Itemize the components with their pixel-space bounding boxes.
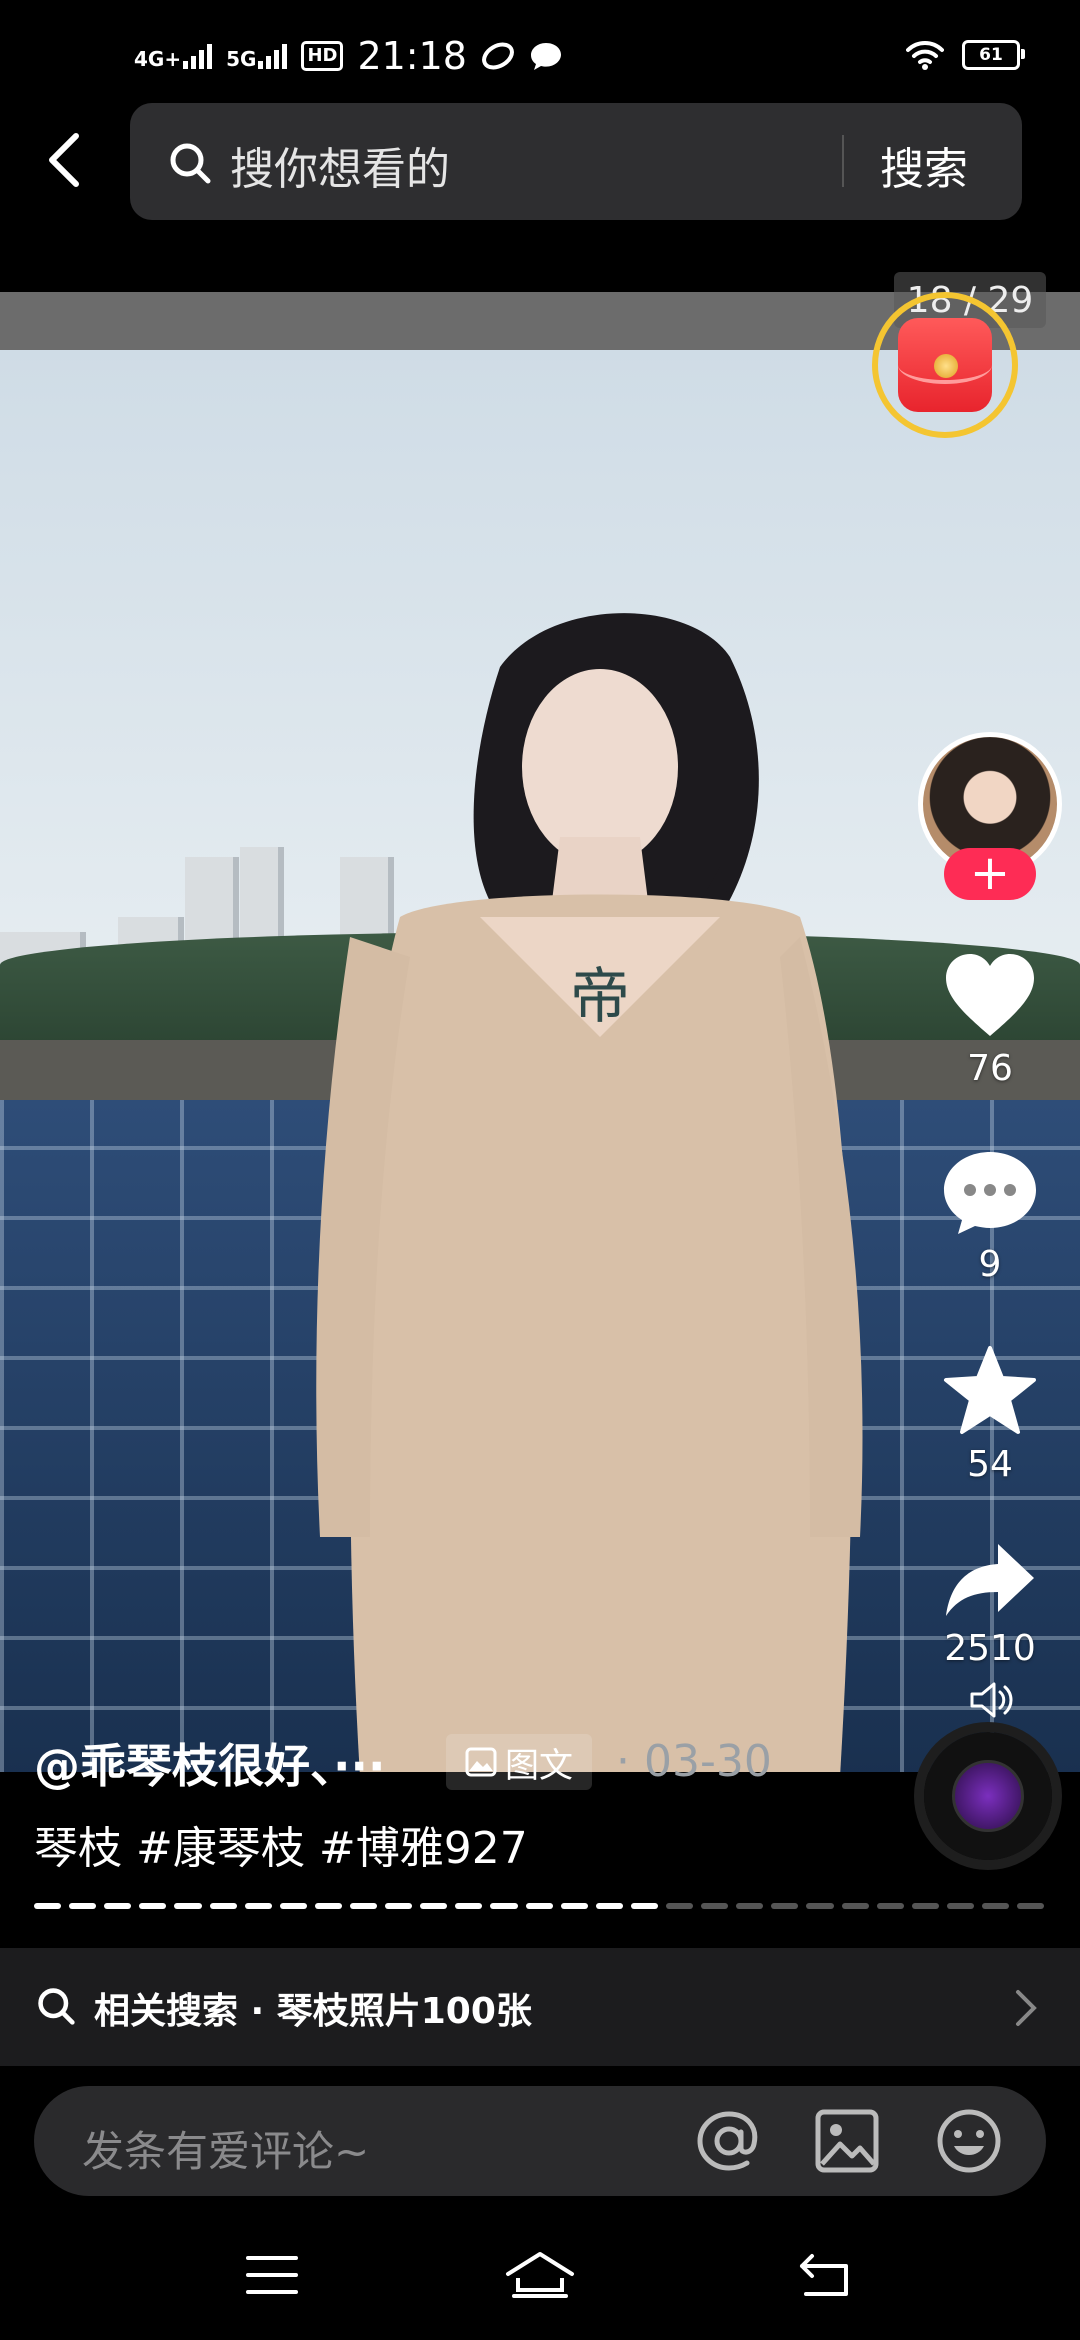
battery-icon: 61 [962,40,1025,70]
red-packet-button[interactable] [872,292,1018,438]
status-bar: 4G+ 5G HD 21:18 61 [0,0,1080,100]
signal-bars-icon [258,43,288,69]
progress-segment [736,1903,764,1909]
progress-segment [841,1903,869,1909]
progress-segment [1017,1903,1045,1909]
search-icon [170,143,211,184]
progress-segment [349,1903,378,1909]
emoji-icon[interactable] [934,2108,1004,2174]
svg-text:帝: 帝 [570,962,630,1032]
favorite-button[interactable]: 54 [930,1344,1050,1485]
at-icon[interactable] [694,2108,764,2174]
status-right: 61 [906,40,1025,70]
signal-bars-icon [183,43,213,69]
red-packet-icon [898,318,992,412]
hd-voice-badge: HD [301,41,344,71]
image-progress-bar [34,1903,1045,1909]
comment-input[interactable]: 发条有爱评论~ [34,2086,1046,2196]
chevron-right-icon [1016,1990,1037,2026]
post-caption[interactable]: 琴枝 #康琴枝 #博雅927 [34,1812,528,1876]
favorite-count: 54 [967,1444,1013,1485]
like-count: 76 [967,1048,1013,1089]
progress-segment [455,1903,483,1909]
menu-icon[interactable] [244,2250,300,2300]
share-count: 2510 [944,1628,1036,1669]
share-button[interactable]: 2510 [930,1540,1050,1669]
image-icon[interactable] [814,2108,880,2174]
progress-segment [665,1903,694,1909]
search-placeholder: 搜你想看的 [230,144,450,195]
progress-segment [420,1903,448,1909]
progress-segment [560,1903,588,1909]
music-disc[interactable] [924,1732,1052,1860]
progress-segment [279,1903,307,1909]
system-nav-bar [0,2230,1080,2340]
status-left: 4G+ 5G HD 21:18 [134,34,563,78]
post-image[interactable]: 帝 [0,292,1080,1772]
music-cover [952,1760,1024,1832]
progress-segment [139,1903,167,1909]
progress-segment [314,1903,342,1909]
volume-icon[interactable] [968,1680,1016,1720]
signal-1: 4G+ [134,43,213,71]
progress-segment [981,1903,1010,1909]
progress-segment [701,1903,729,1909]
progress-segment [174,1903,202,1909]
post-type-label: 图文 [505,1745,573,1786]
follow-button[interactable]: + [944,848,1036,900]
progress-segment [595,1903,623,1909]
signal-2: 5G [226,43,288,71]
back-icon[interactable] [36,130,96,190]
status-time: 21:18 [357,34,467,78]
comment-count: 9 [978,1244,1002,1285]
post-type-tag: 图文 [446,1734,592,1790]
progress-segment [490,1903,518,1909]
progress-segment [244,1903,272,1909]
related-search-label: 相关搜索 · 琴枝照片100张 [94,1991,532,2032]
comment-placeholder: 发条有爱评论~ [82,2127,370,2176]
progress-segment [946,1903,974,1909]
comment-icon [944,1152,1036,1234]
progress-segment [525,1903,553,1909]
app-notification-icon [482,42,514,70]
search-button[interactable]: 搜索 [880,133,968,197]
comment-button[interactable]: 9 [930,1150,1050,1285]
progress-segment [69,1903,97,1909]
network-type-2: 5G [226,47,257,71]
post-date: · 03-30 [616,1736,772,1787]
progress-segment [385,1903,413,1909]
search-input[interactable]: 搜你想看的 搜索 [130,103,1022,220]
image-icon [465,1747,497,1777]
progress-segment [630,1903,658,1909]
message-notification-icon [530,43,561,70]
search-divider [842,135,844,187]
return-icon[interactable] [796,2250,852,2300]
progress-segment [806,1903,834,1909]
post-date-value: 03-30 [643,1736,772,1787]
progress-segment [911,1903,939,1909]
progress-segment [34,1903,62,1909]
progress-segment [209,1903,237,1909]
progress-segment [104,1903,132,1909]
home-icon[interactable] [504,2250,576,2300]
search-icon [38,1988,75,2025]
person-figure: 帝 [316,613,863,1772]
related-search-bar[interactable]: 相关搜索 · 琴枝照片100张 [0,1948,1080,2066]
progress-segment [771,1903,799,1909]
author-name[interactable]: @乖琴枝很好、··· [34,1730,385,1796]
progress-segment [876,1903,904,1909]
wifi-icon [906,40,944,70]
network-type-1: 4G+ [134,47,182,71]
star-icon [944,1346,1036,1434]
share-icon [946,1544,1034,1616]
heart-icon [946,954,1034,1036]
like-button[interactable]: 76 [930,952,1050,1089]
